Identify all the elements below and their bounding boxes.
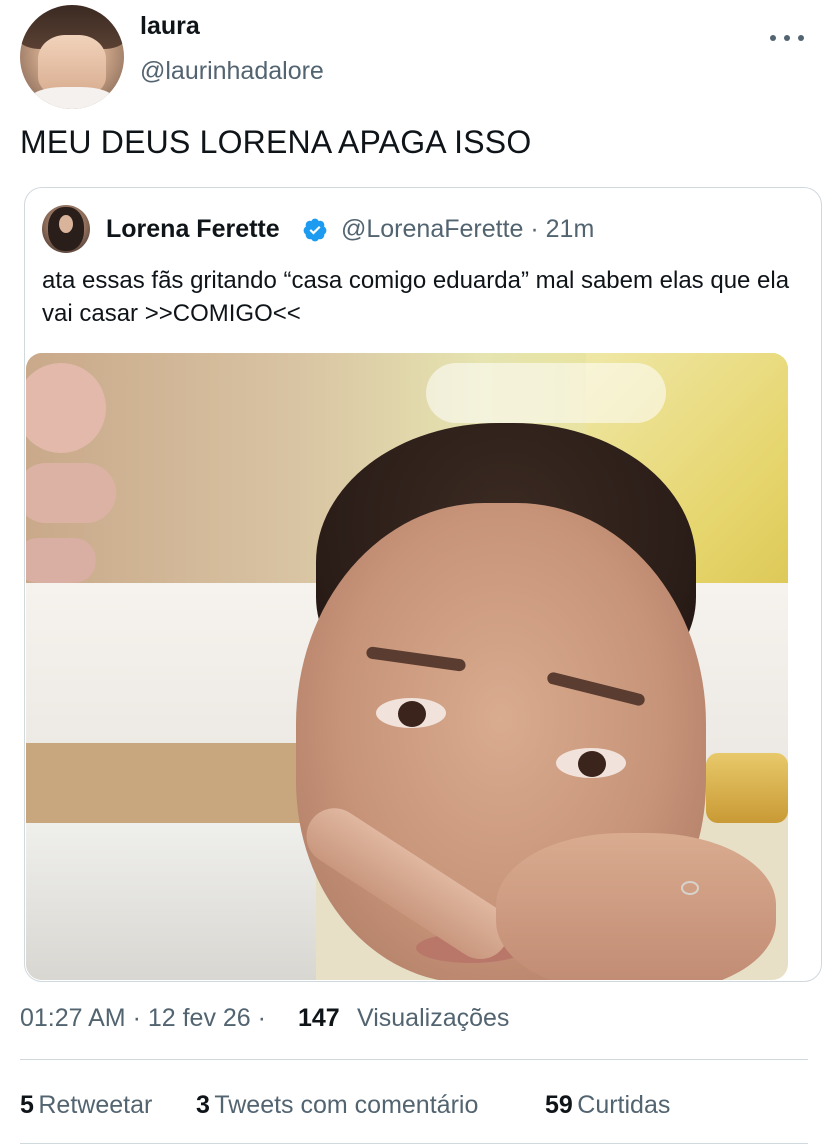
likes-label: Curtidas bbox=[577, 1091, 671, 1119]
pupil bbox=[398, 701, 426, 727]
quoted-handle-time[interactable]: @LorenaFerette · 21m bbox=[341, 215, 594, 244]
author-handle[interactable]: @laurinhadalore bbox=[140, 57, 324, 86]
quoted-author-name[interactable]: Lorena Ferette bbox=[106, 215, 280, 244]
views-label: Visualizações bbox=[357, 1004, 510, 1032]
retweets-count: 5 bbox=[20, 1091, 34, 1119]
quoted-author-avatar[interactable] bbox=[42, 205, 90, 253]
likes-stat[interactable]: 59 Curtidas bbox=[545, 1091, 670, 1120]
ring bbox=[681, 881, 699, 895]
finger-shape bbox=[26, 463, 116, 523]
divider bbox=[20, 1143, 808, 1144]
tweet-text: MEU DEUS LORENA APAGA ISSO bbox=[20, 124, 532, 160]
pillow bbox=[26, 823, 316, 980]
perfume-bottle bbox=[706, 753, 788, 823]
finger-shape bbox=[26, 538, 96, 583]
quoted-tweet-text: ata essas fãs gritando “casa comigo edua… bbox=[42, 267, 790, 327]
divider bbox=[20, 1059, 808, 1060]
media-photo[interactable] bbox=[26, 353, 788, 980]
likes-count: 59 bbox=[545, 1091, 573, 1119]
more-dot bbox=[784, 35, 790, 41]
retweets-stat[interactable]: 5 Retweetar bbox=[20, 1091, 152, 1120]
avatar-hands bbox=[38, 35, 106, 95]
wood-panel bbox=[26, 743, 326, 833]
poster-lettering bbox=[426, 363, 666, 423]
hand bbox=[496, 833, 776, 980]
tweet-timestamp[interactable]: 01:27 AM · 12 fev 26 · bbox=[20, 1004, 266, 1033]
verified-badge-icon bbox=[303, 218, 327, 242]
pupil bbox=[578, 751, 606, 777]
views-count: 147 bbox=[298, 1004, 340, 1032]
avatar-shirt bbox=[30, 87, 114, 109]
quote-tweets-count: 3 bbox=[196, 1091, 210, 1119]
more-icon[interactable] bbox=[770, 24, 804, 52]
quote-tweets-label: Tweets com comentário bbox=[214, 1091, 479, 1119]
more-dot bbox=[770, 35, 776, 41]
quote-tweets-stat[interactable]: 3 Tweets com comentário bbox=[196, 1091, 478, 1120]
retweets-label: Retweetar bbox=[38, 1091, 153, 1119]
author-avatar[interactable] bbox=[20, 5, 124, 109]
author-display-name[interactable]: laura bbox=[140, 12, 200, 41]
quoted-avatar-face bbox=[59, 215, 73, 233]
more-dot bbox=[798, 35, 804, 41]
